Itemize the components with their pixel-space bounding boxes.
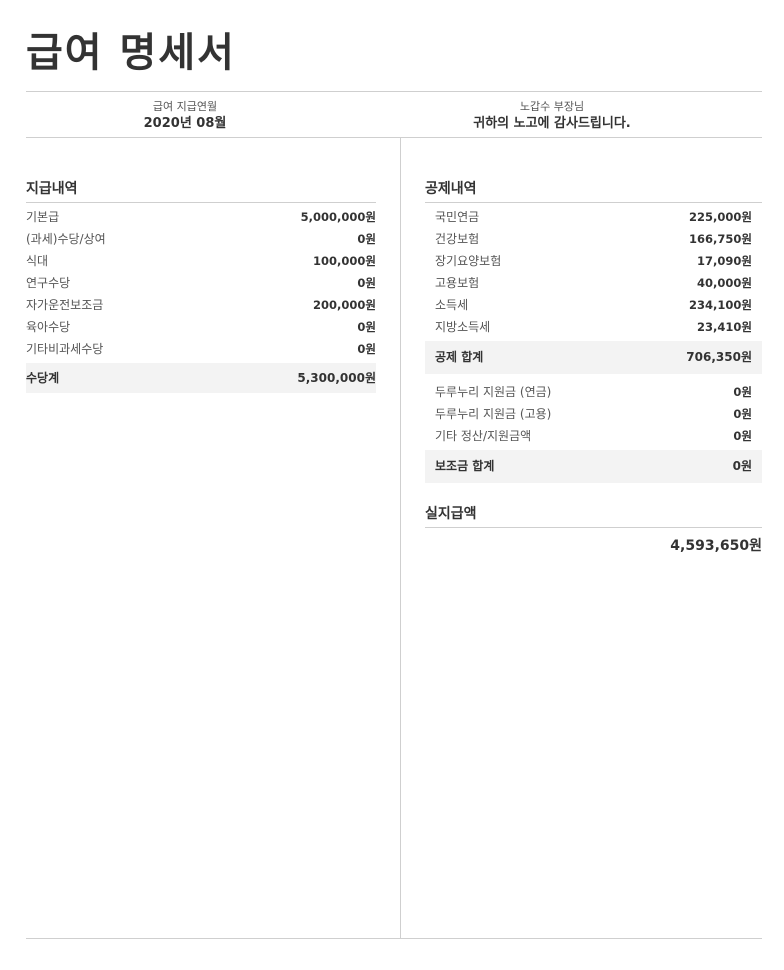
subsidy-row: 두루누리 지원금 (고용) 0원 (435, 403, 752, 425)
deduction-label: 장기요양보험 (435, 254, 502, 268)
pay-period: 급여 지급연월 2020년 08월 (5, 99, 365, 133)
payment-row: 연구수당 0원 (26, 272, 376, 294)
subsidy-amount: 0원 (733, 407, 752, 421)
deduction-amount: 40,000원 (697, 276, 752, 290)
subsidy-label: 두루누리 지원금 (연금) (435, 385, 552, 399)
deduction-row: 고용보험 40,000원 (435, 272, 752, 294)
payment-row: 기타비과세수당 0원 (26, 338, 376, 360)
column-divider (400, 138, 401, 938)
divider-top (26, 91, 762, 92)
payment-label: 기본급 (26, 210, 60, 224)
deduction-label: 지방소득세 (435, 320, 491, 334)
subsidy-total-amount: 0원 (732, 459, 752, 473)
deduction-amount: 225,000원 (689, 210, 752, 224)
payment-label: (과세)수당/상여 (26, 232, 106, 246)
payment-label: 식대 (26, 254, 49, 268)
net-pay-amount: 4,593,650원 (670, 538, 762, 554)
payment-amount: 100,000원 (313, 254, 376, 268)
page-title: 급여 명세서 (26, 30, 236, 76)
deduction-row: 소득세 234,100원 (435, 294, 752, 316)
payment-label: 연구수당 (26, 276, 71, 290)
subsidy-row: 두루누리 지원금 (연금) 0원 (435, 381, 752, 403)
deduction-row: 지방소득세 23,410원 (435, 316, 752, 338)
deductions-total-row: 공제 합계 706,350원 (425, 341, 762, 374)
payment-label: 기타비과세수당 (26, 342, 104, 356)
payments-total-amount: 5,300,000원 (297, 371, 376, 385)
deduction-label: 고용보험 (435, 276, 480, 290)
payment-row: 식대 100,000원 (26, 250, 376, 272)
recipient-name: 노갑수 부장님 (519, 100, 585, 113)
deduction-row: 국민연금 225,000원 (435, 206, 752, 228)
recipient-block: 노갑수 부장님 귀하의 노고에 감사드립니다. (372, 99, 732, 133)
deduction-amount: 234,100원 (689, 298, 752, 312)
subsidy-label: 두루누리 지원금 (고용) (435, 407, 552, 421)
deduction-label: 국민연금 (435, 210, 480, 224)
subsidy-total-row: 보조금 합계 0원 (425, 450, 762, 483)
payment-label: 육아수당 (26, 320, 71, 334)
payment-amount: 5,000,000원 (300, 210, 376, 224)
payment-label: 자가운전보조금 (26, 298, 104, 312)
payments-total-row: 수당계 5,300,000원 (26, 363, 376, 393)
payments-total-label: 수당계 (26, 371, 60, 385)
deductions-total-label: 공제 합계 (435, 350, 484, 364)
deduction-row: 장기요양보험 17,090원 (435, 250, 752, 272)
divider-bottom (26, 938, 762, 939)
payment-row: 기본급 5,000,000원 (26, 206, 376, 228)
thanks-message: 귀하의 노고에 감사드립니다. (473, 116, 631, 131)
payment-amount: 0원 (357, 232, 376, 246)
subsidy-amount: 0원 (733, 385, 752, 399)
deduction-amount: 17,090원 (697, 254, 752, 268)
deduction-amount: 23,410원 (697, 320, 752, 334)
deduction-label: 소득세 (435, 298, 469, 312)
deduction-row: 건강보험 166,750원 (435, 228, 752, 250)
payments-section-title: 지급내역 (26, 178, 376, 203)
deductions-section-title: 공제내역 (425, 178, 762, 203)
subsidy-amount: 0원 (733, 429, 752, 443)
payment-amount: 0원 (357, 320, 376, 334)
payment-row: 자가운전보조금 200,000원 (26, 294, 376, 316)
pay-period-value: 2020년 08월 (143, 116, 227, 131)
subsidy-label: 기타 정산/지원금액 (435, 429, 532, 443)
pay-period-label: 급여 지급연월 (152, 100, 218, 113)
divider-header-bottom (26, 137, 762, 138)
net-pay-section-title: 실지급액 (425, 503, 762, 528)
deduction-amount: 166,750원 (689, 232, 752, 246)
subsidy-total-label: 보조금 합계 (435, 459, 495, 473)
deductions-total-amount: 706,350원 (686, 350, 752, 364)
payment-amount: 0원 (357, 342, 376, 356)
payment-row: (과세)수당/상여 0원 (26, 228, 376, 250)
payslip-page: 급여 명세서 급여 지급연월 2020년 08월 노갑수 부장님 귀하의 노고에… (0, 0, 784, 970)
payment-amount: 0원 (357, 276, 376, 290)
deduction-label: 건강보험 (435, 232, 480, 246)
payment-amount: 200,000원 (313, 298, 376, 312)
payment-row: 육아수당 0원 (26, 316, 376, 338)
subsidy-row: 기타 정산/지원금액 0원 (435, 425, 752, 447)
